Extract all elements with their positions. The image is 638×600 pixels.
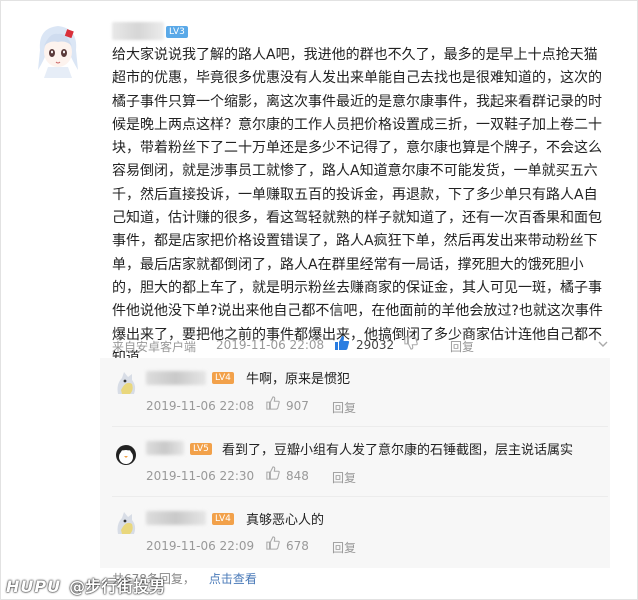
divider	[112, 496, 608, 497]
reply-text: 牛啊，原来是惯犯	[246, 372, 351, 387]
level-badge: LV3	[166, 26, 188, 38]
reply-button[interactable]: 回复	[332, 539, 356, 556]
reply-time: 2019-11-06 22:09	[146, 539, 255, 553]
like-count: 907	[286, 399, 309, 413]
like-icon[interactable]	[266, 536, 280, 550]
level-badge: LV5	[190, 443, 212, 455]
watermark-handle: @步行街投男	[69, 577, 166, 596]
reply-button[interactable]: 回复	[450, 338, 474, 355]
divider	[112, 426, 608, 427]
comment-time: 2019-11-06 22:08	[216, 338, 325, 352]
level-badge: LV4	[212, 513, 234, 525]
watermark: HUPU @步行街投男	[6, 573, 165, 597]
like-count: 678	[286, 539, 309, 553]
reply-time: 2019-11-06 22:30	[146, 469, 255, 483]
reply-avatar[interactable]	[112, 508, 140, 536]
level-badge: LV4	[212, 372, 234, 384]
reply-avatar[interactable]	[112, 368, 140, 396]
like-icon[interactable]	[266, 396, 280, 410]
reply-username[interactable]	[146, 441, 184, 455]
like-count: 29032	[356, 338, 395, 352]
reply-button[interactable]: 回复	[332, 469, 356, 486]
reply-button[interactable]: 回复	[332, 399, 356, 416]
dislike-icon[interactable]	[404, 336, 418, 350]
chevron-down-icon[interactable]	[598, 339, 608, 349]
reply-time: 2019-11-06 22:08	[146, 399, 255, 413]
expand-replies-link[interactable]: 点击查看	[209, 572, 257, 586]
like-icon[interactable]	[334, 335, 350, 351]
reply-username[interactable]	[146, 511, 206, 525]
replies-container	[100, 358, 610, 568]
user-avatar[interactable]	[28, 20, 88, 80]
like-icon[interactable]	[266, 466, 280, 480]
comment-source: 来自安卓客户端	[112, 340, 197, 354]
comment-text: 给大家说说我了解的路人A吧，我进他的群也不久了，最多的是早上十点抢天猫超市的优惠…	[112, 47, 603, 366]
reply-text: 看到了，豆瓣小组有人发了意尔康的石锤截图，层主说话属实	[222, 443, 574, 458]
reply-text: 真够恶心人的	[246, 513, 325, 528]
username[interactable]	[112, 22, 164, 40]
watermark-brand: HUPU	[6, 577, 62, 596]
reply-avatar[interactable]	[112, 438, 140, 466]
reply-username[interactable]	[146, 371, 206, 385]
like-count: 848	[286, 469, 309, 483]
